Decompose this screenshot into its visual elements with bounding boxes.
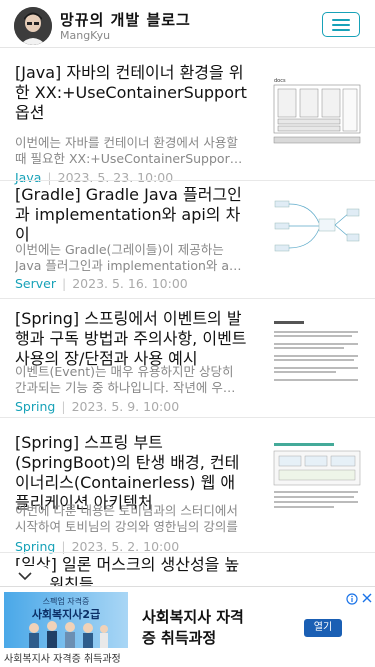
post-date: 2023. 5. 9. 10:00 — [71, 399, 180, 414]
post-category[interactable]: Spring — [15, 399, 55, 414]
post-category[interactable]: Java — [15, 170, 41, 185]
blog-header: 망뀨의 개발 블로그 MangKyu — [0, 0, 375, 48]
post-title[interactable]: [Java] 자바의 컨테이너 환경을 위한 XX:+UseContainerS… — [15, 63, 247, 123]
post-divider — [0, 552, 375, 553]
blog-title[interactable]: 망뀨의 개발 블로그 — [60, 9, 191, 30]
post-excerpt: 이벤트(Event)는 매우 유용하지만 상당히 간과되는 기능 중 하나입니다… — [15, 364, 235, 395]
post-excerpt: 이번에는 자바를 컨테이너 환경에서 사용할 때 필요한 XX:+UseCont… — [15, 135, 238, 166]
post-divider — [0, 180, 375, 181]
post-excerpt: 이번에는 Gradle(그레이들)이 제공하는 Java 플러그인과 imple… — [15, 242, 241, 273]
close-icon[interactable] — [361, 589, 373, 603]
post-category[interactable]: Server — [15, 276, 56, 291]
post-excerpt: 이번에 다룬 내용은 토비님과의 스터디에서 시작하여 토비님의 강의와 영한님… — [15, 503, 238, 534]
post-divider — [0, 298, 375, 299]
svg-text:docs: docs — [274, 78, 286, 84]
post-thumbnail[interactable]: docs — [271, 75, 363, 151]
ad-footer-text[interactable]: 사회복지사 자격증 취득과정 — [4, 650, 121, 665]
hamburger-menu-icon — [332, 19, 350, 21]
post-meta: Spring | 2023. 5. 9. 10:00 — [15, 399, 180, 414]
post-title[interactable]: [Spring] 스프링에서 이벤트의 발행과 구독 방법과 주의사항, 이벤트… — [15, 309, 247, 369]
ad-info-icon[interactable] — [346, 590, 358, 605]
ad-collapse-tab[interactable] — [0, 566, 50, 586]
ad-open-button[interactable]: 열기 — [304, 619, 342, 637]
avatar[interactable] — [14, 7, 52, 45]
post-date: 2023. 5. 23. 10:00 — [57, 170, 174, 185]
post-meta: Java | 2023. 5. 23. 10:00 — [15, 170, 174, 185]
post-divider — [0, 417, 375, 418]
blog-subtitle: MangKyu — [60, 29, 111, 42]
post-thumbnail[interactable] — [271, 193, 363, 269]
ad-headline[interactable]: 사회복지사 자격증 취득과정 — [142, 607, 247, 649]
ad-banner-image[interactable]: 스펙업 자격증 사회복지사2급 — [4, 592, 128, 648]
post-thumbnail[interactable] — [271, 317, 363, 393]
post-title[interactable]: [Spring] 스프링 부트(SpringBoot)의 탄생 배경, 컨테이너… — [15, 433, 247, 513]
menu-button[interactable] — [322, 12, 360, 37]
post-date: 2023. 5. 16. 10:00 — [72, 276, 188, 291]
post-thumbnail[interactable] — [271, 439, 363, 515]
chevron-down-icon — [18, 572, 32, 581]
post-meta: Server | 2023. 5. 16. 10:00 — [15, 276, 188, 291]
post-title[interactable]: [Gradle] Gradle Java 플러그인과 implementatio… — [15, 185, 247, 245]
